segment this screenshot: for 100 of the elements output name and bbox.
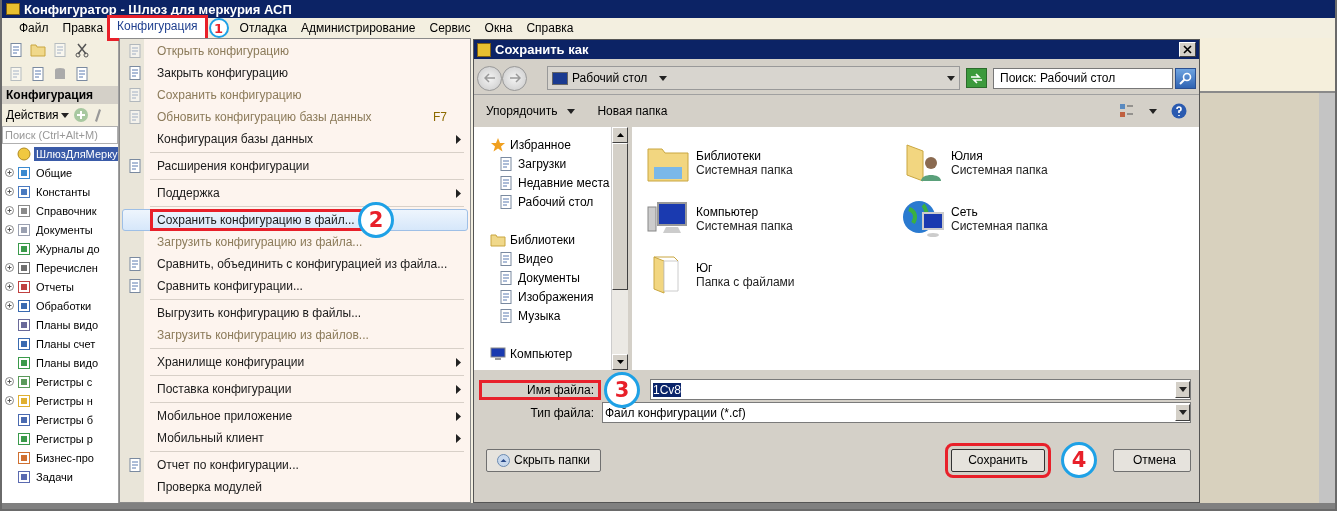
nav-item[interactable]: Музыка <box>518 308 561 323</box>
nav-item-icon <box>498 174 514 191</box>
cancel-button[interactable]: Отмена <box>1113 448 1191 472</box>
menu-entry[interactable]: Расширения конфигурации <box>122 155 468 177</box>
search-field[interactable]: Поиск: Рабочий стол <box>993 67 1173 89</box>
location-combo[interactable]: Рабочий стол <box>547 66 960 90</box>
computer-icon <box>490 345 506 362</box>
tree-item[interactable]: Журналы до <box>34 241 102 256</box>
menu-item[interactable]: Администрирование <box>294 20 423 36</box>
file-item[interactable]: Библиотеки Системная папка <box>646 135 901 191</box>
tree-item[interactable]: ШлюзДляМерку <box>34 146 118 161</box>
scrollbar[interactable] <box>611 127 628 370</box>
down-arrow-icon <box>616 360 624 364</box>
nav-item-icon <box>498 193 514 210</box>
nav-item[interactable]: Видео <box>518 251 554 266</box>
metadata-icon <box>17 355 31 370</box>
menu-entry[interactable]: Закрыть конфигурацию <box>122 62 468 84</box>
scroll-thumb[interactable] <box>612 143 628 290</box>
scroll-down-button[interactable] <box>612 354 628 370</box>
toolbar-button[interactable]: Упорядочить <box>486 102 576 120</box>
file-item[interactable]: Юг Папка с файлами <box>646 247 901 303</box>
tree-item[interactable]: Справочник <box>34 203 99 218</box>
tree-item[interactable]: Регистры н <box>34 393 95 408</box>
menu-entry[interactable]: Отчет по конфигурации... <box>122 454 468 476</box>
menu-entry[interactable]: Хранилище конфигурации <box>122 351 468 373</box>
toolbar-button[interactable]: Новая папка <box>597 102 668 120</box>
menu-entry[interactable]: Мобильное приложение <box>122 405 468 427</box>
metadata-icon <box>17 469 31 484</box>
dropdown-caret-icon <box>1178 410 1187 415</box>
expand-icon[interactable] <box>5 301 14 310</box>
file-item[interactable]: Юлия Системная папка <box>901 135 1156 191</box>
nav-item[interactable]: Недавние места <box>518 175 610 190</box>
tree-item[interactable]: Задачи <box>34 469 75 484</box>
view-caret-icon <box>1149 108 1157 114</box>
tree-item[interactable]: Общие <box>34 165 75 180</box>
step-number-badge: 3 <box>604 371 640 408</box>
menu-entry[interactable]: Поддержка <box>122 182 468 204</box>
scissors-icon <box>74 42 90 58</box>
tree-item[interactable]: Бизнес-про <box>34 450 96 465</box>
menu-item[interactable]: Окна <box>477 20 520 36</box>
menu-entry[interactable]: Выгрузить конфигурацию в файлы... <box>122 302 468 324</box>
expand-icon[interactable] <box>5 168 14 177</box>
menu-item[interactable]: Конфигурация <box>110 18 205 38</box>
nav-item-icon <box>498 250 514 267</box>
metadata-icon <box>17 431 31 446</box>
menu-item[interactable]: Сервис <box>422 20 478 36</box>
tree-item[interactable]: Планы счет <box>34 336 98 351</box>
menu-item[interactable]: Отладка <box>232 20 295 36</box>
tree-item[interactable]: Планы видо <box>34 317 100 332</box>
menu-item[interactable]: Справка <box>519 20 581 36</box>
expand-icon[interactable] <box>5 263 14 272</box>
nav-item[interactable]: Изображения <box>518 289 594 304</box>
tree-item[interactable]: Регистры с <box>34 374 95 389</box>
menu-entry[interactable]: Сравнить, объединить с конфигурацией из файла... <box>122 253 468 275</box>
nav-item[interactable]: Библиотеки <box>510 232 575 247</box>
database-icon <box>52 66 68 82</box>
expand-icon[interactable] <box>5 206 14 215</box>
file-item[interactable]: Компьютер Системная папка <box>646 191 901 247</box>
nav-item[interactable]: Компьютер <box>510 346 573 361</box>
field-label: Тип файла: <box>529 405 595 420</box>
menu-entry[interactable]: Сравнить конфигурации... <box>122 275 468 297</box>
expand-icon[interactable] <box>5 282 14 291</box>
scroll-up-button[interactable] <box>612 127 628 143</box>
metadata-icon <box>17 279 31 294</box>
close-icon <box>1183 45 1192 54</box>
nav-item[interactable]: Рабочий стол <box>518 194 594 209</box>
menu-item[interactable]: Файл <box>12 20 56 36</box>
close-button[interactable] <box>1179 42 1196 57</box>
file-type-dropdown[interactable]: Файл конфигурации (*.cf) <box>602 402 1191 423</box>
tree-item[interactable]: Регистры б <box>34 412 96 427</box>
nav-item[interactable]: Загрузки <box>518 156 567 171</box>
metadata-icon <box>17 241 31 256</box>
menu-entry[interactable]: Поставка конфигурации <box>122 378 468 400</box>
tree-item[interactable]: Константы <box>34 184 93 199</box>
expand-icon[interactable] <box>5 396 14 405</box>
menu-item[interactable]: Правка <box>55 20 111 36</box>
nav-item[interactable]: Избранное <box>510 137 571 152</box>
refresh-button[interactable] <box>966 68 987 88</box>
tree-item[interactable]: Планы видо <box>34 355 100 370</box>
menu-entry[interactable]: Проверка модулей <box>122 476 468 498</box>
menu-entry[interactable]: Мобильный клиент <box>122 427 468 449</box>
hide-folders-button[interactable]: Скрыть папки <box>486 448 601 472</box>
expand-icon[interactable] <box>5 377 14 386</box>
search-button[interactable] <box>1175 67 1196 89</box>
metadata-icon <box>17 374 31 389</box>
menu-entry[interactable]: Конфигурация базы данных <box>122 128 468 150</box>
nav-item-icon <box>498 307 514 324</box>
tree-item[interactable]: Документы <box>34 222 95 237</box>
tree-item[interactable]: Отчеты <box>34 279 77 294</box>
tree-item[interactable]: Регистры р <box>34 431 95 446</box>
search-field[interactable]: Поиск (Ctrl+Alt+M) <box>2 126 118 144</box>
nav-item[interactable]: Документы <box>518 270 580 285</box>
caret-icon <box>60 112 69 118</box>
tree-item[interactable]: Перечислен <box>34 260 100 275</box>
file-name-field[interactable]: 1Cv8 <box>650 379 1191 400</box>
expand-icon[interactable] <box>5 187 14 196</box>
file-item[interactable]: Сеть Системная папка <box>901 191 1156 247</box>
tree-item[interactable]: Обработки <box>34 298 94 313</box>
metadata-icon <box>17 222 31 237</box>
expand-icon[interactable] <box>5 225 14 234</box>
